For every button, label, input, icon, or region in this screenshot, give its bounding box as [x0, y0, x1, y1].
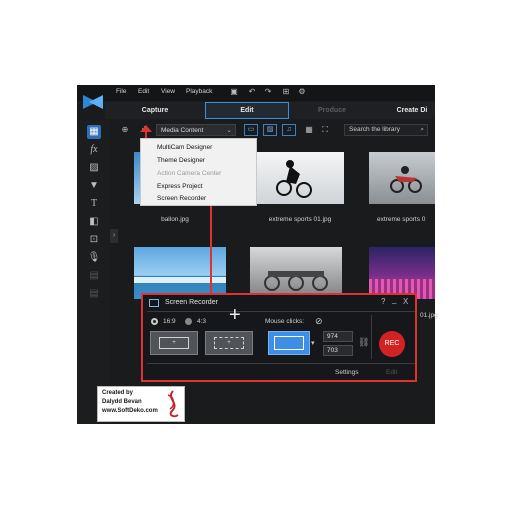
thumbnail-caption: ballon.jpg [161, 216, 189, 223]
close-button[interactable]: X [403, 297, 408, 306]
plugins-dropdown-menu: MultiCam Designer Theme Designer Action … [140, 138, 257, 206]
settings-gear-icon[interactable]: ⚙ [297, 87, 307, 97]
annotation-arrow-icon [140, 125, 152, 132]
menu-file[interactable]: File [116, 88, 126, 95]
voiceover-mic-icon[interactable]: 🎙 [87, 251, 101, 265]
thumbnail-beach[interactable] [134, 247, 226, 299]
settings-button[interactable]: Settings [335, 369, 359, 376]
dialog-title: Screen Recorder [165, 299, 218, 306]
import-media-icon[interactable]: ⊕ [120, 125, 130, 135]
motocross-rider-image [390, 166, 422, 193]
menu-playback[interactable]: Playback [186, 88, 212, 95]
menu-view[interactable]: View [161, 88, 175, 95]
wave-line [134, 277, 226, 283]
search-icon: ⌕ [420, 126, 424, 133]
add-region-plus-icon[interactable]: + [229, 305, 241, 325]
plus-icon: + [214, 337, 244, 349]
chevron-down-icon: ⌄ [226, 127, 232, 134]
fx-room-icon[interactable]: fx [87, 143, 101, 157]
room-sidebar: ▦ fx ▨ ▼ T ◧ ⊡ 🎙 ▤ ▤ › [77, 121, 118, 424]
chapter-room-icon[interactable]: ▤ [87, 269, 101, 283]
video-filter-icon[interactable]: ▭ [244, 124, 258, 136]
credit-signature-icon [167, 390, 179, 418]
tab-produce[interactable]: Produce [287, 102, 377, 119]
screen-recorder-icon [149, 299, 159, 307]
full-screen-mode-button[interactable]: + [150, 331, 198, 355]
creator-credit-box: Created by Dalydd Bevan www.SoftDeko.com [97, 386, 185, 422]
library-content-select[interactable]: Media Content ⌄ [156, 124, 236, 136]
bmx-rider-image [276, 160, 312, 198]
chevron-down-icon[interactable]: ▾ [311, 339, 315, 347]
image-filter-icon[interactable]: ▨ [263, 124, 277, 136]
save-icon[interactable]: ▣ [229, 87, 239, 97]
undo-icon[interactable]: ↶ [247, 87, 257, 97]
app-logo-icon [83, 95, 103, 109]
plus-icon: + [159, 337, 189, 349]
thumbnail-caption: 01.jpg [420, 312, 438, 319]
tab-create-disc[interactable]: Create Di [377, 102, 435, 119]
record-button[interactable]: REC [379, 331, 405, 357]
credit-author: Dalydd Bevan [102, 399, 142, 405]
aspect-4-3-label: 4:3 [197, 318, 207, 325]
tab-capture[interactable]: Capture [105, 102, 205, 119]
screen-recorder-dialog: Screen Recorder ? _ X 16:9 4:3 + Mouse c… [141, 293, 417, 382]
menu-item-screen-recorder[interactable]: Screen Recorder [157, 195, 206, 202]
mode-tabs: Capture Edit Produce Create Di [105, 102, 435, 119]
menu-item-theme-designer[interactable]: Theme Designer [157, 157, 205, 164]
expand-panel-arrow-icon[interactable]: › [110, 229, 118, 243]
thumbnail-extreme-sports-02[interactable] [369, 152, 435, 204]
capture-area-frame-icon [274, 336, 304, 350]
thumbnail-caption: extreme sports 0 [377, 216, 426, 223]
audio-filter-icon[interactable]: ♫ [282, 124, 296, 136]
library-search-input[interactable]: Search the library ⌕ [344, 124, 428, 136]
edit-button[interactable]: Edit [386, 369, 397, 376]
search-placeholder: Search the library [349, 126, 400, 133]
mouse-clicks-label: Mouse clicks: [265, 318, 305, 325]
menu-edit[interactable]: Edit [138, 88, 149, 95]
fit-icon[interactable]: ⊞ [279, 87, 293, 97]
divider [371, 315, 372, 359]
aspect-16-9-radio[interactable] [151, 318, 158, 325]
credit-website: www.SoftDeko.com [102, 408, 158, 414]
audio-mixing-icon[interactable]: ⊡ [87, 233, 101, 247]
thumbnail-caption: extreme sports 01.jpg [268, 216, 332, 223]
thumbnail-flower-field[interactable] [369, 247, 435, 299]
particle-room-icon[interactable]: ▼ [87, 179, 101, 193]
library-content-value: Media Content [161, 127, 204, 134]
menu-item-action-camera-center[interactable]: Action Camera Center [157, 170, 221, 177]
custom-region-mode-button[interactable]: + [205, 331, 253, 355]
media-room-icon[interactable]: ▦ [87, 125, 101, 139]
link-aspect-icon[interactable]: ⛓ [358, 337, 369, 348]
mouse-clicks-disabled-icon[interactable]: ⊘ [315, 316, 323, 327]
grid-view-icon[interactable]: ▦ [304, 125, 314, 135]
credit-line: Created by [102, 390, 134, 396]
annotation-line [210, 200, 212, 293]
subtitle-room-icon[interactable]: ▤ [87, 287, 101, 301]
tab-edit[interactable]: Edit [205, 102, 289, 119]
transition-room-icon[interactable]: ◧ [87, 215, 101, 229]
height-input[interactable]: 703 [323, 345, 353, 356]
expand-view-icon[interactable]: ⛶ [320, 125, 330, 135]
width-input[interactable]: 974 [323, 331, 353, 342]
redo-icon[interactable]: ↷ [263, 87, 273, 97]
motorcycles-image [264, 271, 328, 291]
divider [147, 363, 415, 364]
menu-item-express-project[interactable]: Express Project [157, 183, 203, 190]
thumbnail-extreme-sports-01[interactable] [256, 152, 344, 204]
menu-bar: File Edit View Playback ▣ ↶ ↷ ⊞ ⚙ [77, 85, 435, 101]
aspect-16-9-label: 16:9 [163, 318, 176, 325]
title-room-icon[interactable]: T [87, 197, 101, 211]
thumbnail-motorcycles[interactable] [250, 247, 342, 299]
menu-item-multicam-designer[interactable]: MultiCam Designer [157, 144, 212, 151]
capture-area-button[interactable] [268, 331, 310, 355]
minimize-button[interactable]: _ [392, 295, 396, 304]
aspect-4-3-radio[interactable] [185, 318, 192, 325]
divider [147, 311, 415, 312]
pip-room-icon[interactable]: ▨ [87, 161, 101, 175]
help-button[interactable]: ? [381, 297, 385, 306]
